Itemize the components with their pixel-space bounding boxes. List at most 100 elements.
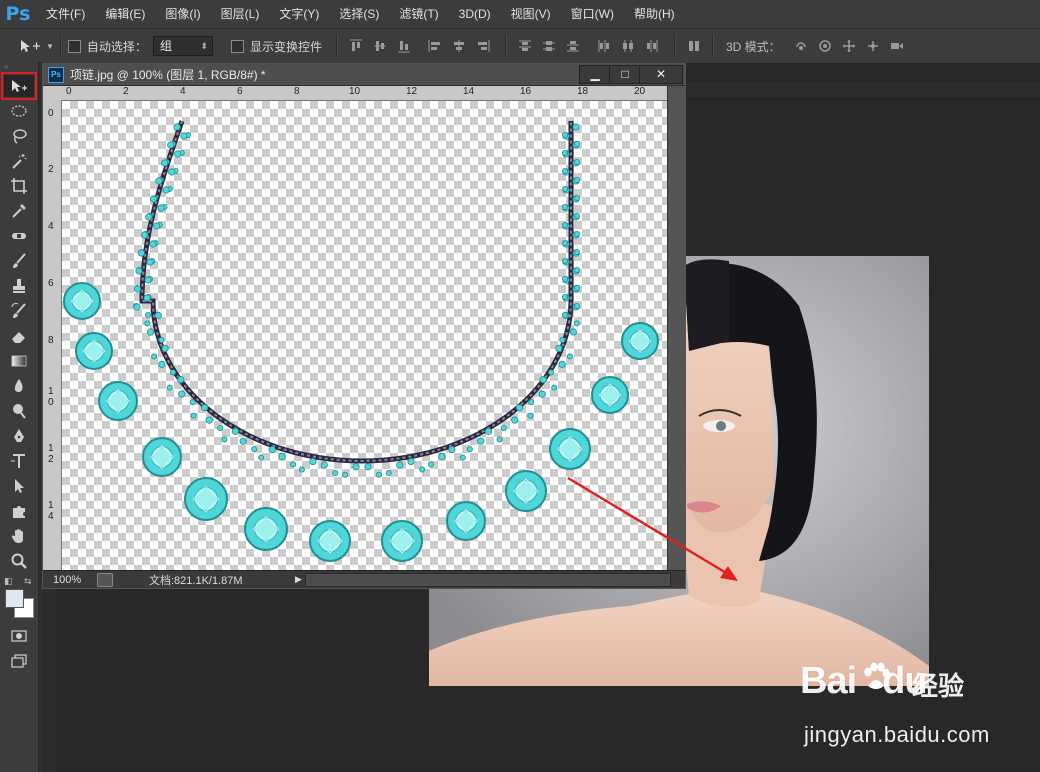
history-brush-icon [11,302,26,318]
menu-select[interactable]: 选择(S) [329,0,389,28]
magic-wand-tool[interactable] [4,150,34,172]
menu-window[interactable]: 窗口(W) [561,0,624,28]
swap-colors-icon[interactable]: ⇆ [24,576,32,587]
menu-view[interactable]: 视图(V) [501,0,561,28]
align-top-button[interactable] [347,37,365,55]
menu-type[interactable]: 文字(Y) [269,0,329,28]
quick-mask-icon [11,630,27,642]
ps-document-icon: Ps [48,66,64,83]
3d-slide-button[interactable] [864,37,882,55]
menu-file[interactable]: 文件(F) [36,0,95,28]
pen-tool[interactable] [4,425,34,447]
menu-image[interactable]: 图像(I) [155,0,210,28]
align-vcenter-icon [373,41,386,51]
ruler-label: 4 [180,86,186,97]
3d-roll-button[interactable] [816,37,834,55]
watermark-url: jingyan.baidu.com [804,722,990,747]
zoom-level[interactable]: 100% [43,574,97,586]
healing-brush-tool[interactable] [4,225,34,247]
elliptical-marquee-tool[interactable] [4,100,34,122]
auto-align-layers-button[interactable] [685,37,703,55]
align-hcenter-button[interactable] [450,37,468,55]
hand-tool[interactable] [4,525,34,547]
align-bottom-icon [397,41,410,53]
3d-rotate-button[interactable] [792,37,810,55]
eraser-tool[interactable] [4,325,34,347]
distribute-vcenter-icon [542,41,555,51]
auto-select-dropdown[interactable]: 组 ⬍ [152,36,213,56]
magnifier-icon [11,553,27,569]
ruler-label: 4 [48,221,54,232]
status-info-icon[interactable] [97,572,113,587]
3d-mode-group: 3D 模式： [720,29,909,63]
maximize-icon: □ [621,67,629,81]
panel-collapse-icon[interactable]: » [0,62,38,72]
align-vcenter-button[interactable] [371,37,389,55]
minimize-button[interactable]: ▁ [579,65,611,84]
crop-tool[interactable] [4,175,34,197]
foreground-color-swatch[interactable] [5,589,24,608]
distribute-bottom-button[interactable] [564,37,582,55]
auto-select-option[interactable]: 自动选择： 组 ⬍ [67,29,213,63]
document-size: 文档:821.1K/1.87M [149,574,243,587]
distribute-buttons [513,29,664,63]
screen-mode-button[interactable] [4,650,34,672]
maximize-button[interactable]: □ [609,65,641,84]
dodge-tool[interactable] [4,400,34,422]
align-hcenter-icon [453,40,464,52]
show-transform-option[interactable]: 显示变换控件 [230,29,322,63]
align-bottom-button[interactable] [395,37,413,55]
background-doc-ruler [686,82,1040,99]
distribute-top-button[interactable] [516,37,534,55]
distribute-vcenter-button[interactable] [540,37,558,55]
align-right-button[interactable] [474,37,492,55]
distribute-hcenter-button[interactable] [619,37,637,55]
ruler-label: 8 [48,335,54,346]
3d-roll-icon [818,40,831,52]
menu-help[interactable]: 帮助(H) [624,0,685,28]
3d-scale-button[interactable] [888,37,906,55]
show-transform-checkbox[interactable] [230,39,244,53]
lasso-tool[interactable] [4,125,34,147]
crop-icon [11,178,27,194]
move-tool[interactable] [1,72,37,100]
menu-layer[interactable]: 图层(L) [211,0,270,28]
quick-mask-button[interactable] [4,625,34,647]
menu-edit[interactable]: 编辑(E) [95,0,155,28]
blur-tool[interactable] [4,375,34,397]
close-button[interactable]: ✕ [639,65,683,84]
ruler-label: 14 [463,86,475,97]
ruler-label: 12 [406,86,418,97]
auto-select-checkbox[interactable] [67,39,81,53]
3d-mode-label: 3D 模式： [725,39,781,54]
menu-filter[interactable]: 滤镜(T) [389,0,448,28]
zoom-tool[interactable] [4,550,34,572]
watermark-jingyan: 经验 [912,671,965,701]
distribute-right-button[interactable] [643,37,661,55]
tool-preset-picker[interactable]: ▼ [0,29,54,63]
menu-3d[interactable]: 3D(D) [449,0,501,28]
annotation-arrow [567,476,738,581]
status-menu-arrow-icon[interactable]: ▶ [295,574,302,585]
brush-tool[interactable] [4,250,34,272]
align-left-button[interactable] [426,37,444,55]
type-tool[interactable] [4,450,34,472]
horizontal-ruler[interactable]: 0 2 4 6 8 10 12 14 16 18 20 [43,86,667,101]
history-brush-tool[interactable] [4,300,34,322]
ruler-label: 6 [48,278,54,289]
gradient-tool[interactable] [4,350,34,372]
color-swatches: ◧ ⇆ [0,576,38,622]
ruler-label: 6 [237,86,243,97]
eyedropper-tool[interactable] [4,200,34,222]
distribute-left-button[interactable] [595,37,613,55]
custom-shape-tool[interactable] [4,500,34,522]
eraser-icon [12,332,25,343]
path-selection-tool[interactable] [4,475,34,497]
3d-camera-icon [890,43,903,49]
vertical-ruler[interactable]: 0 2 4 6 8 1 0 1 2 1 4 [43,100,62,570]
default-colors-icon[interactable]: ◧ [4,576,13,587]
document-title-bar[interactable]: Ps 项链.jpg @ 100% (图层 1, RGB/8#) * ▁ □ ✕ [43,64,685,86]
ellipse-marquee-icon [11,105,27,117]
3d-drag-button[interactable] [840,37,858,55]
clone-stamp-tool[interactable] [4,275,34,297]
